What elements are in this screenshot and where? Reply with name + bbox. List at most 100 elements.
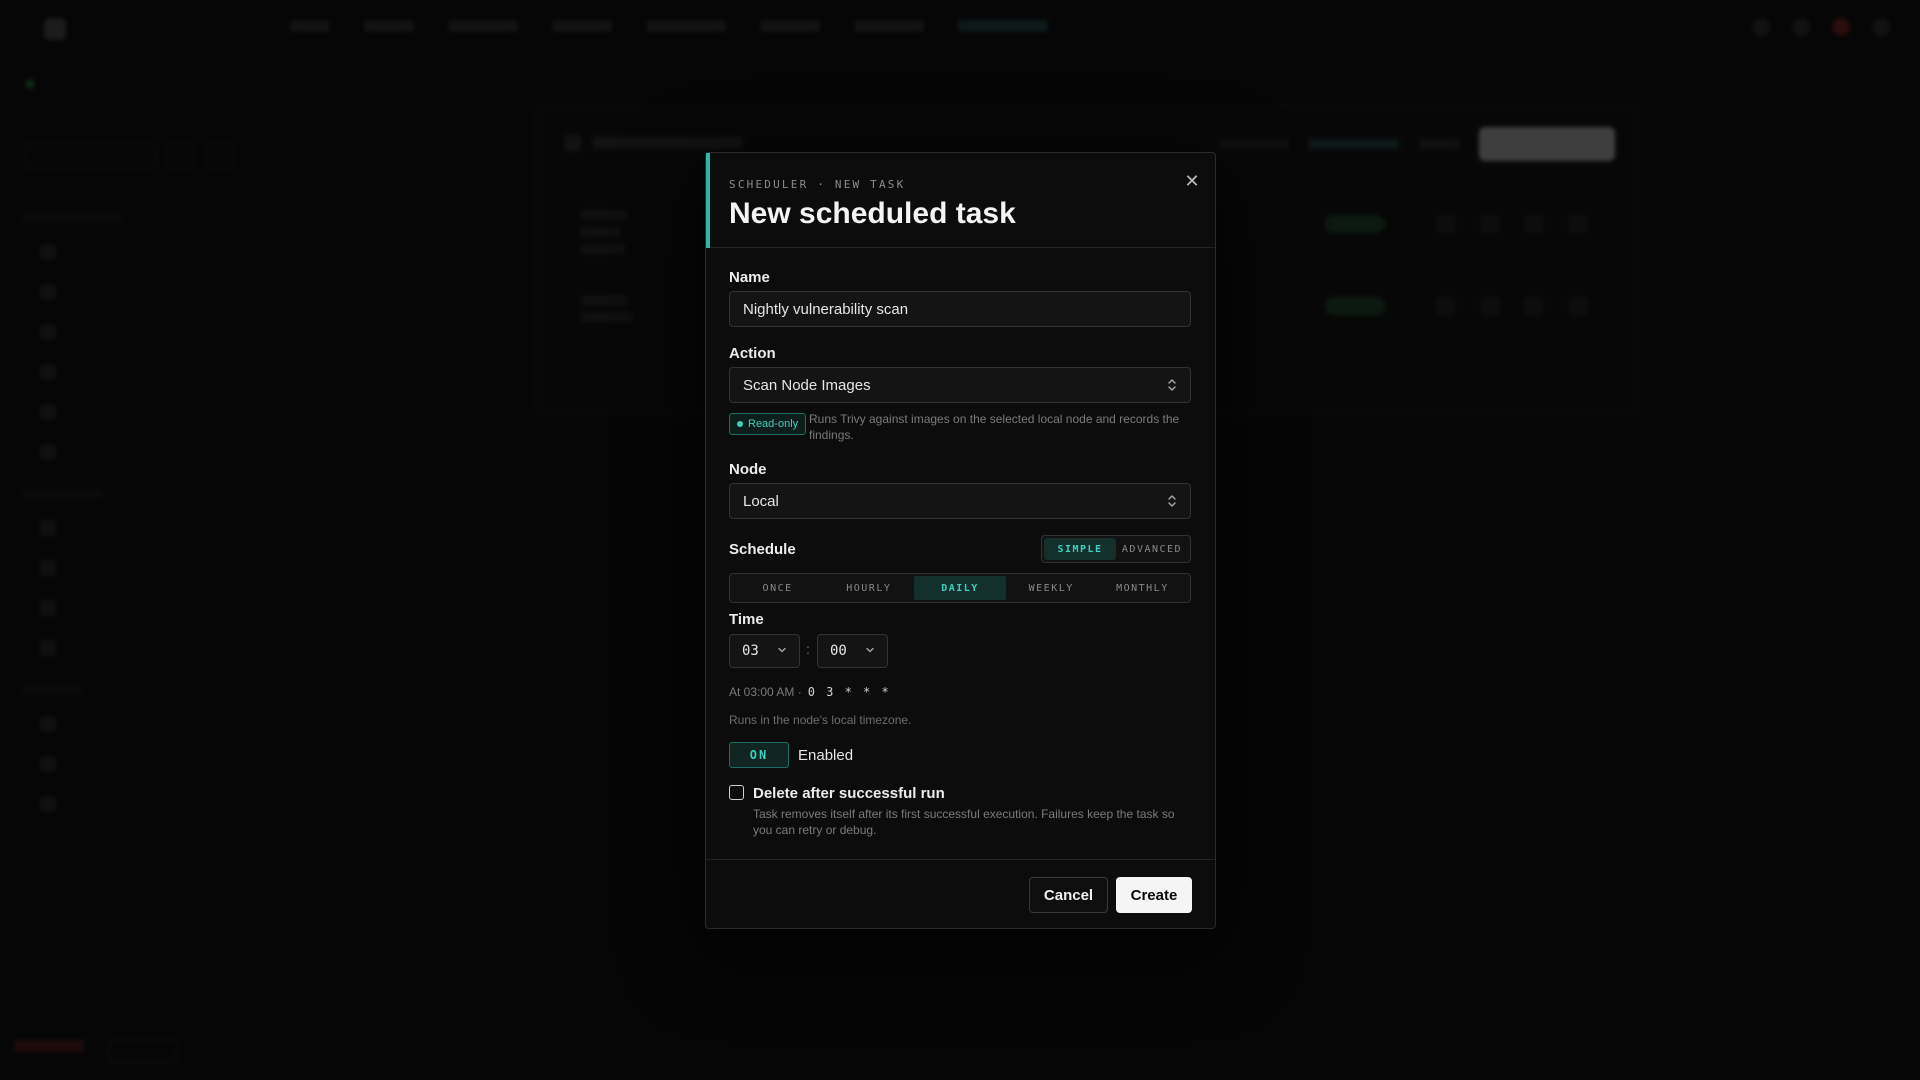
row-action-icon — [1569, 215, 1587, 233]
modal-footer-divider — [706, 859, 1215, 860]
status-pill — [1325, 215, 1385, 233]
sidebar-footer-item — [108, 1040, 178, 1062]
sidebar-item — [20, 548, 250, 588]
panel-title-icon — [565, 135, 581, 151]
modal-header: SCHEDULER · NEW TASK New scheduled task … — [706, 153, 1215, 248]
row-action-icon — [1525, 215, 1543, 233]
panel-action — [1219, 139, 1289, 149]
chevron-down-icon — [778, 647, 786, 653]
frequency-selector: ONCE HOURLY DAILY WEEKLY MONTHLY — [729, 573, 1191, 603]
panel-title — [565, 135, 743, 151]
enabled-toggle[interactable]: ON — [729, 742, 789, 768]
sidebar-item-icon — [40, 284, 56, 300]
mode-simple-option[interactable]: SIMPLE — [1044, 538, 1116, 560]
row-action-icon — [1569, 297, 1587, 315]
app-logo-icon — [44, 18, 66, 40]
hour-select[interactable]: 03 — [729, 634, 800, 668]
schedule-summary: At 03:00 AM · 0 3 * * * — [729, 685, 891, 699]
schedule-summary-text: At 03:00 AM · — [729, 685, 802, 699]
sidebar-item — [20, 628, 250, 668]
row-action-icon — [1525, 297, 1543, 315]
sidebar-footer-item — [14, 1040, 84, 1052]
sidebar-item-icon — [40, 640, 56, 656]
table-cell — [581, 210, 627, 220]
table-cell — [581, 312, 633, 322]
node-label: Node — [729, 461, 767, 478]
sidebar-item — [20, 272, 250, 312]
close-icon[interactable]: ✕ — [1180, 169, 1204, 193]
chevron-up-down-icon — [1168, 495, 1176, 507]
enabled-label: Enabled — [798, 747, 854, 764]
schedule-label: Schedule — [729, 541, 796, 558]
nav-item — [290, 20, 330, 32]
user-icon — [1872, 18, 1890, 36]
time-label: Time — [729, 611, 764, 628]
context-selector — [26, 142, 156, 170]
sidebar-list — [20, 196, 250, 824]
minute-value: 00 — [830, 643, 847, 659]
cron-expression: 0 3 * * * — [807, 685, 891, 699]
action-label: Action — [729, 345, 776, 362]
sidebar-item-icon — [40, 444, 56, 460]
action-select[interactable]: Scan Node Images — [729, 367, 1191, 403]
panel-action — [1309, 139, 1399, 149]
top-nav-bar — [0, 0, 1920, 56]
sidebar-item-icon — [40, 560, 56, 576]
settings-icon — [1792, 18, 1810, 36]
sidebar-section — [22, 490, 102, 498]
frequency-hourly[interactable]: HOURLY — [823, 576, 914, 600]
name-input[interactable]: Nightly vulnerability scan — [729, 291, 1191, 327]
sidebar-footer — [14, 1040, 178, 1062]
frequency-daily[interactable]: DAILY — [914, 576, 1006, 600]
sidebar-action-icon — [166, 142, 194, 170]
nav-item — [760, 20, 820, 32]
status-dot-icon — [737, 421, 743, 427]
frequency-monthly[interactable]: MONTHLY — [1097, 576, 1188, 600]
row-action-icon — [1481, 215, 1499, 233]
table-cell — [581, 295, 627, 305]
sidebar-item-icon — [40, 796, 56, 812]
table-cell — [581, 227, 621, 237]
frequency-once[interactable]: ONCE — [732, 576, 823, 600]
timezone-note: Runs in the node's local timezone. — [729, 713, 912, 727]
row-action-icon — [1437, 297, 1455, 315]
panel-actions — [1219, 127, 1615, 161]
sidebar-item-icon — [40, 364, 56, 380]
sidebar-item-icon — [40, 716, 56, 732]
sidebar-item — [20, 232, 250, 272]
header-accent-bar — [706, 153, 710, 248]
nav-item — [448, 20, 518, 32]
sidebar-item-icon — [40, 756, 56, 772]
hour-value: 03 — [742, 643, 759, 659]
sidebar — [0, 56, 270, 1080]
top-tools — [1752, 18, 1890, 36]
new-task-modal: SCHEDULER · NEW TASK New scheduled task … — [705, 152, 1216, 929]
table-cell — [581, 244, 625, 254]
frequency-weekly[interactable]: WEEKLY — [1006, 576, 1097, 600]
sidebar-item — [20, 744, 250, 784]
node-select[interactable]: Local — [729, 483, 1191, 519]
action-select-value: Scan Node Images — [743, 376, 871, 394]
delete-after-run-help: Task removes itself after its first succ… — [753, 807, 1175, 837]
panel-title-text — [593, 137, 743, 149]
create-button[interactable]: Create — [1116, 877, 1192, 913]
row-action-icon — [1437, 215, 1455, 233]
delete-after-run-checkbox[interactable] — [729, 785, 744, 800]
name-input-value: Nightly vulnerability scan — [743, 300, 909, 318]
sidebar-item-icon — [40, 404, 56, 420]
panel-primary-button — [1479, 127, 1615, 161]
sidebar-item — [20, 588, 250, 628]
chevron-up-down-icon — [1168, 379, 1176, 391]
cancel-button[interactable]: Cancel — [1029, 877, 1108, 913]
minute-select[interactable]: 00 — [817, 634, 888, 668]
sidebar-item — [20, 432, 250, 472]
mode-advanced-option[interactable]: ADVANCED — [1116, 538, 1188, 560]
sidebar-item-icon — [40, 520, 56, 536]
sidebar-item-icon — [40, 600, 56, 616]
sidebar-item — [20, 508, 250, 548]
node-select-value: Local — [743, 492, 779, 510]
sidebar-item-icon — [40, 324, 56, 340]
time-separator: : — [806, 641, 810, 657]
modal-title: New scheduled task — [729, 197, 1016, 230]
status-pill — [1325, 297, 1385, 315]
